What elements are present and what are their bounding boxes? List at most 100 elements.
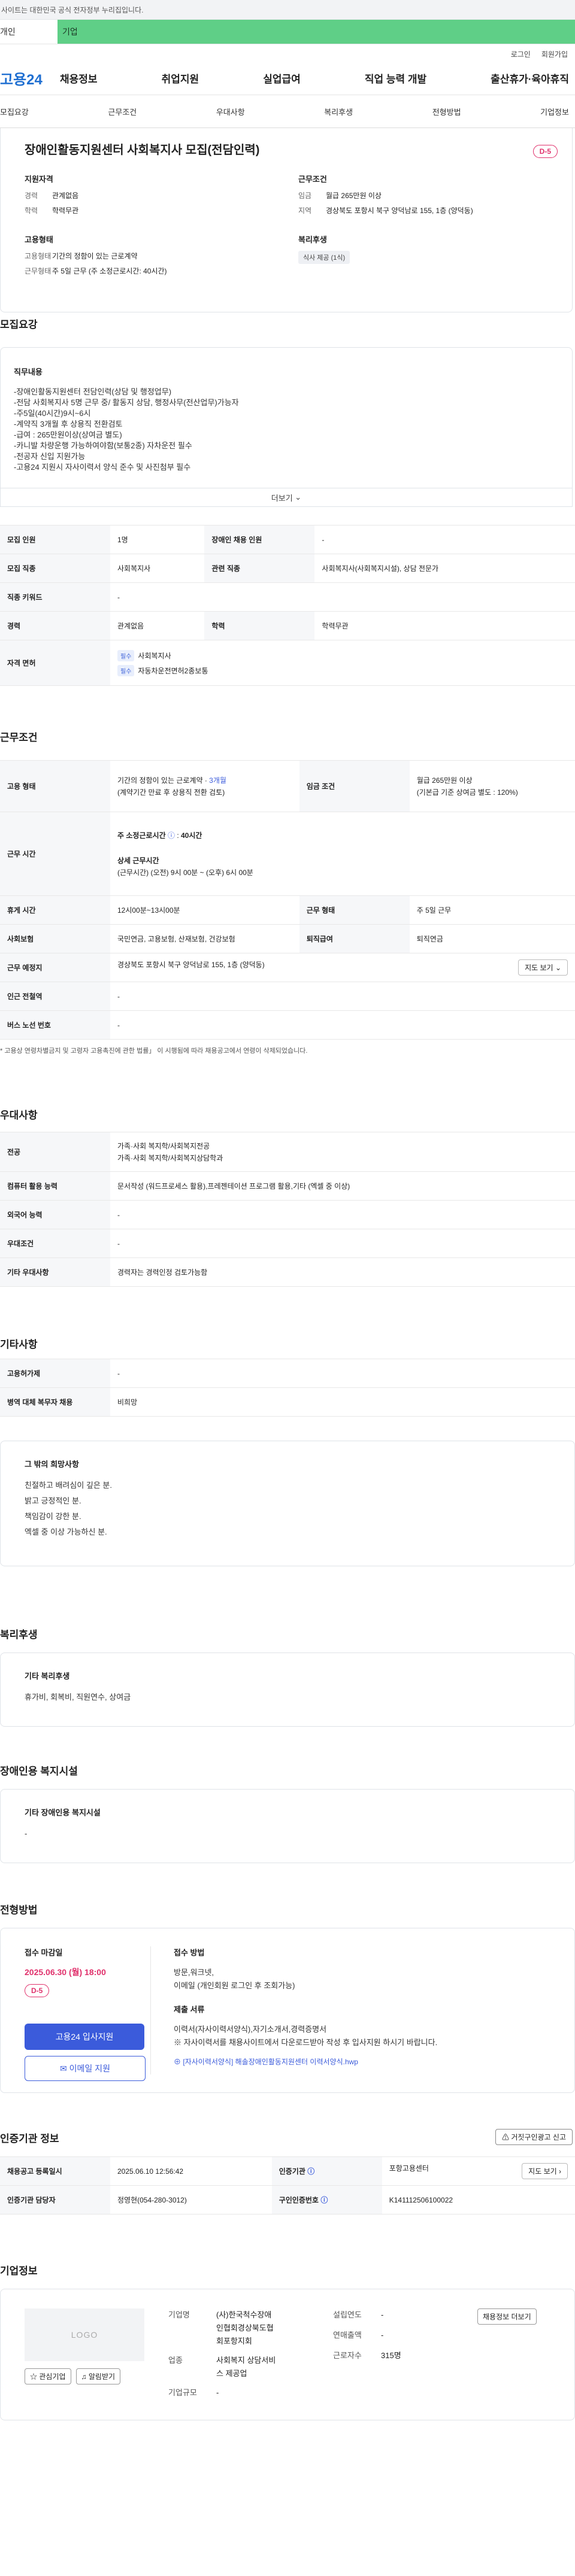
staff-value: 정영현(054-280-3012) bbox=[110, 2185, 272, 2214]
work-form-label: 근무 형태 bbox=[299, 895, 410, 925]
report-button[interactable]: ⚠ 거짓구인광고 신고 bbox=[495, 2129, 573, 2145]
apply-header: 전형방법 bbox=[0, 1863, 575, 1916]
gnb-item-support[interactable]: 취업지원 bbox=[162, 71, 199, 86]
contract-period: 3개월 bbox=[209, 776, 226, 785]
disability-box: 기타 장애인용 복지시설 - bbox=[0, 1789, 575, 1863]
method-line: 방문,워크넷, bbox=[174, 1968, 214, 1977]
desc-line: -장애인활동지원센터 전담인력(상담 및 행정업무) bbox=[14, 387, 172, 396]
welfare-box: 기타 복리후생 휴가비, 회복비, 직원연수, 상여금 bbox=[0, 1652, 575, 1727]
favorite-label: 관심기업 bbox=[39, 2373, 66, 2381]
anchor-recruit[interactable]: 모집요강 bbox=[0, 106, 29, 117]
report-label: 거짓구인광고 신고 bbox=[511, 2133, 566, 2141]
email-apply-button[interactable]: ✉ 이메일 지원 bbox=[25, 2056, 146, 2081]
tab-individual[interactable]: 개인 bbox=[0, 20, 58, 44]
desc-line: -고용24 지원시 자사이력서 양식 준수 및 사진첨부 필수 bbox=[14, 463, 191, 472]
anchor-prefer[interactable]: 우대사항 bbox=[216, 106, 245, 117]
dday-badge: D-5 bbox=[532, 145, 558, 158]
gnb-item-jobs[interactable]: 채용정보 bbox=[60, 71, 98, 86]
detail-hours-value: (근무시간) (오전) 9시 00분 ~ (오후) 6시 00분 bbox=[117, 868, 253, 877]
founded-value: - bbox=[381, 2310, 384, 2319]
join-link[interactable]: 회원가입 bbox=[541, 49, 568, 61]
desc-line: -전공자 신입 지원가능 bbox=[14, 452, 86, 461]
alarm-button[interactable]: ♫ 알림받기 bbox=[75, 2368, 121, 2384]
main-nav: 고용24 채용정보 취업지원 실업급여 직업 능력 개발 출산휴가·육아휴직 bbox=[0, 61, 575, 95]
language-label: 외국어 능력 bbox=[0, 1200, 110, 1229]
table-row: 자격 면허 필수 사회복지사 필수 자동차운전면허2종보통 bbox=[0, 640, 575, 686]
wage-note: (기본급 기준 상여금 별도 : 120%) bbox=[416, 788, 518, 797]
table-row: 고용 형태 기간의 정함이 있는 근로계약 · 3개월 (계약기간 만료 후 상용… bbox=[0, 760, 575, 812]
attachment-icon: ⊕ bbox=[174, 2058, 181, 2066]
agency-value: 포항고용센터 지도 보기 › bbox=[382, 2156, 575, 2186]
site-logo[interactable]: 고용24 bbox=[0, 68, 60, 89]
detail-hours-label: 상세 근무시간 bbox=[117, 856, 159, 865]
conditions-header: 근무조건 bbox=[0, 686, 575, 748]
info-icon[interactable]: ⓘ bbox=[168, 831, 175, 840]
more-jobs-button[interactable]: 채용정보 더보기 bbox=[477, 2308, 537, 2325]
gnb-item-benefit[interactable]: 실업급여 bbox=[263, 71, 301, 86]
disability-value: - bbox=[25, 1829, 28, 1838]
deadline-heading: 접수 마감일 bbox=[25, 1948, 63, 1957]
registered-value: 2025.06.10 12:56:42 bbox=[110, 2156, 272, 2186]
table-row: 모집 직종 사회복지사 관련 직종 사회복지사(사회복지시설), 상담 전문가 bbox=[0, 554, 575, 583]
table-row: 직종 키워드 - bbox=[0, 582, 575, 612]
bell-icon: ♫ bbox=[81, 2373, 87, 2381]
apply-button[interactable]: 고용24 입사지원 bbox=[25, 2024, 144, 2050]
member-type-tabs: 개인 기업 bbox=[0, 20, 575, 44]
talent-line: 친절하고 배려심이 깊은 분. bbox=[25, 1481, 113, 1490]
map-button[interactable]: 지도 보기 ⌄ bbox=[518, 959, 568, 976]
qualification-heading: 지원자격 bbox=[25, 175, 53, 184]
gov-notice-text: 사이트는 대한민국 공식 전자정부 누리집입니다. bbox=[1, 5, 144, 14]
break-value: 12시00분~13시00분 bbox=[110, 895, 299, 925]
login-link[interactable]: 로그인 bbox=[511, 49, 531, 61]
industry-value: 사회복지 상담서비스 제공업 bbox=[216, 2356, 276, 2378]
major-item: 가족·사회 복지학/사회복지전공 bbox=[117, 1141, 210, 1150]
table-row: 컴퓨터 활용 능력 문서작성 (워드프로세스 활용),프레젠테이션 프로그램 활용… bbox=[0, 1171, 575, 1201]
registered-label: 채용공고 등록일시 bbox=[0, 2156, 110, 2186]
wage-value: 월급 265만원 이상 (기본급 기준 상여금 별도 : 120%) bbox=[409, 760, 575, 812]
apply-left: 접수 마감일 2025.06.30 (월) 18:00 D-5 고용24 입사지… bbox=[25, 1946, 151, 2081]
agency-map-button[interactable]: 지도 보기 › bbox=[522, 2163, 568, 2179]
more-label: 더보기 bbox=[271, 493, 293, 503]
company-title: 기업정보 bbox=[0, 2265, 38, 2277]
agency-label: 인증기관 ⓘ bbox=[271, 2156, 382, 2186]
cert-number-label-text: 구인인증번호 bbox=[279, 2196, 319, 2204]
gnb-item-training[interactable]: 직업 능력 개발 bbox=[365, 71, 426, 86]
method-heading: 접수 방법 bbox=[174, 1948, 205, 1957]
table-row: 채용공고 등록일시 2025.06.10 12:56:42 인증기관 ⓘ 포항고용… bbox=[0, 2156, 575, 2186]
career-req-label: 경력 bbox=[0, 611, 110, 640]
agency-label-text: 인증기관 bbox=[279, 2167, 305, 2176]
anchor-conditions[interactable]: 근무조건 bbox=[108, 106, 137, 117]
anchor-apply[interactable]: 전형방법 bbox=[432, 106, 461, 117]
desc-line: -전담 사회복지사 5명 근무 중/ 활동지 상담, 행정사무(전산업무)가능자 bbox=[14, 398, 239, 407]
subway-value: - bbox=[110, 982, 575, 1011]
alarm-label: 알림받기 bbox=[88, 2373, 116, 2381]
favorite-company-button[interactable]: ☆ 관심기업 bbox=[25, 2368, 71, 2384]
job-summary-card: 장애인활동지원센터 사회복지사 모집(전담인력) D-5 지원자격 경력 관계없음… bbox=[0, 128, 573, 312]
anchor-company[interactable]: 기업정보 bbox=[540, 106, 569, 117]
employment-type-value: 기간의 정함이 있는 근로계약 bbox=[52, 252, 138, 260]
info-icon[interactable]: ⓘ bbox=[320, 2196, 328, 2204]
desc-line: -급여 : 265만원이상(상여금 별도) bbox=[14, 430, 122, 439]
apply-card: 접수 마감일 2025.06.30 (월) 18:00 D-5 고용24 입사지… bbox=[0, 1928, 575, 2093]
occupation-value: 사회복지사 bbox=[110, 554, 205, 583]
attachment-name: [자사이력서양식] 해솔장애인활동지원센터 이력서양식.hwp bbox=[183, 2058, 358, 2066]
employment-form-text: 기간의 정함이 있는 근로계약 · bbox=[117, 776, 210, 785]
disability-heading: 기타 장애인용 복지시설 bbox=[25, 1808, 101, 1817]
major-value: 가족·사회 복지학/사회복지전공 가족·사회 복지학/사회복지상담학과 bbox=[110, 1132, 575, 1172]
required-badge: 필수 bbox=[117, 649, 135, 661]
employment-type-heading: 고용형태 bbox=[25, 235, 53, 244]
bus-value: - bbox=[110, 1010, 575, 1040]
attachment-link[interactable]: ⊕ [자사이력서양식] 해솔장애인활동지원센터 이력서양식.hwp bbox=[174, 2056, 550, 2067]
table-row: 기타 우대사항 경력자는 경력인정 검토가능함 bbox=[0, 1257, 575, 1287]
table-row: 근무 시간 주 소정근로시간 ⓘ : 40시간 상세 근무시간 (근무시간) (… bbox=[0, 812, 575, 896]
anchor-welfare[interactable]: 복리후생 bbox=[324, 106, 353, 117]
gnb-item-leave[interactable]: 출산휴가·육아휴직 bbox=[491, 71, 569, 86]
headcount-label: 모집 인원 bbox=[0, 525, 110, 554]
tab-business[interactable]: 기업 bbox=[58, 20, 575, 44]
info-icon[interactable]: ⓘ bbox=[307, 2167, 314, 2176]
cert-number-value: K141112506100022 bbox=[382, 2185, 575, 2214]
work-hours-label: 근무 시간 bbox=[0, 812, 110, 896]
work-permit-value: - bbox=[110, 1359, 575, 1388]
more-button[interactable]: 더보기 ⌄ bbox=[0, 488, 573, 507]
desc-line: -카니발 차량운행 가능하여야함(보통2종) 자차운전 필수 bbox=[14, 441, 192, 450]
